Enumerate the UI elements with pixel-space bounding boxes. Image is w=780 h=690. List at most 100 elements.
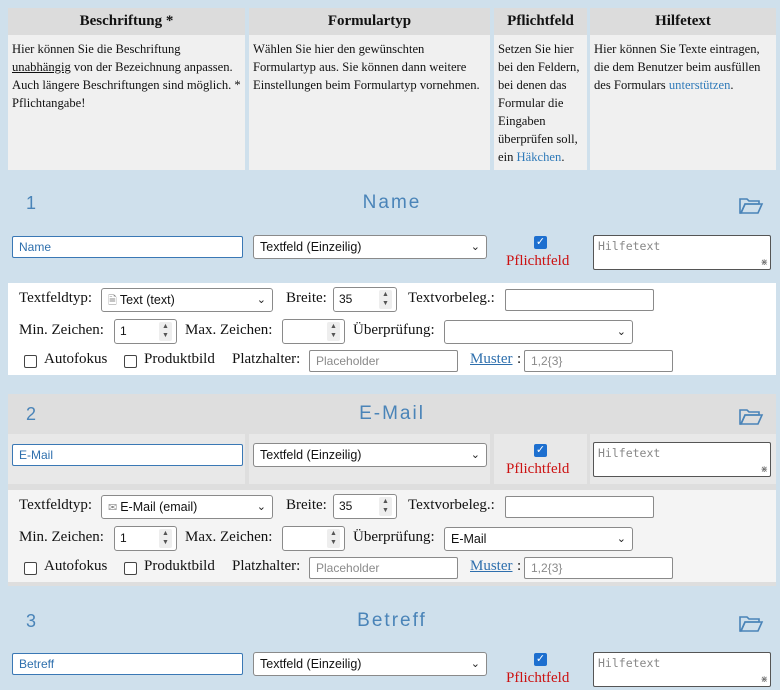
textvorbeleg-label: Textvorbeleg.: bbox=[408, 290, 495, 306]
pattern-input[interactable]: 1,2{3} bbox=[524, 350, 673, 372]
max-chars-stepper[interactable]: ▲ ▼ bbox=[282, 319, 345, 344]
placeholder-input[interactable]: Placeholder bbox=[309, 557, 458, 579]
field-section-email: 2 E-Mail E-Mail Textfeld (Einzeilig) ⌄ ✓ … bbox=[8, 394, 776, 586]
autofocus-label: Autofokus bbox=[44, 558, 108, 574]
field-type-select[interactable]: 🗎 Text (text) ⌄ bbox=[101, 288, 273, 312]
resize-grip-icon[interactable]: ⋇ bbox=[760, 675, 768, 685]
placeholder-label: Platzhalter: bbox=[232, 351, 301, 367]
header-text-formtype: Wählen Sie hier den gewünschten Formular… bbox=[253, 42, 480, 92]
label-input[interactable]: Betreff bbox=[12, 653, 243, 675]
header-col-formtype: Formulartyp Wählen Sie hier den gewünsch… bbox=[249, 8, 490, 170]
help-textarea[interactable]: Hilfetext ⋇ bbox=[593, 652, 771, 687]
required-label: Pflichtfeld bbox=[506, 253, 570, 269]
stepper-arrows-icon[interactable]: ▲ ▼ bbox=[159, 322, 172, 341]
link-unterstuetzen[interactable]: unterstützen bbox=[669, 78, 731, 92]
max-chars-label: Max. Zeichen: bbox=[185, 322, 273, 338]
header-title-required: Pflichtfeld bbox=[494, 8, 587, 35]
min-chars-label: Min. Zeichen: bbox=[19, 322, 104, 338]
default-text-input[interactable] bbox=[505, 496, 654, 518]
textfeldtyp-label: Textfeldtyp: bbox=[19, 497, 93, 513]
required-checkbox[interactable]: ✓ bbox=[534, 653, 547, 666]
chevron-down-icon: ⌄ bbox=[470, 241, 480, 253]
product-image-label: Produktbild bbox=[144, 351, 215, 367]
width-stepper[interactable]: 35 ▲ ▼ bbox=[333, 494, 397, 519]
help-header-row: Beschriftung * Hier können Sie die Besch… bbox=[8, 8, 776, 170]
stepper-arrows-icon[interactable]: ▲ ▼ bbox=[327, 529, 340, 548]
stepper-arrows-icon[interactable]: ▲ ▼ bbox=[159, 529, 172, 548]
autofocus-checkbox[interactable] bbox=[24, 355, 37, 368]
resize-grip-icon[interactable]: ⋇ bbox=[760, 465, 768, 475]
field-section-name: 1 Name Name Textfeld (Einzeilig) ⌄ ✓ Pfli… bbox=[8, 183, 776, 378]
chevron-down-icon: ⌄ bbox=[470, 449, 480, 461]
min-chars-stepper[interactable]: 1 ▲ ▼ bbox=[114, 526, 177, 551]
label-input[interactable]: E-Mail bbox=[12, 444, 243, 466]
width-stepper[interactable]: 35 ▲ ▼ bbox=[333, 287, 397, 312]
required-checkbox[interactable]: ✓ bbox=[534, 444, 547, 457]
field-section-subject: 3 Betreff Betreff Textfeld (Einzeilig) ⌄ … bbox=[8, 601, 776, 690]
formtype-select[interactable]: Textfeld (Einzeilig) ⌄ bbox=[253, 652, 487, 676]
header-text-required: Setzen Sie hier bei den Feldern, bei den… bbox=[498, 42, 580, 164]
header-col-label: Beschriftung * Hier können Sie die Besch… bbox=[8, 8, 245, 170]
chevron-down-icon: ⌄ bbox=[616, 326, 626, 338]
pattern-colon: : bbox=[517, 558, 522, 574]
pattern-colon: : bbox=[517, 351, 522, 367]
autofocus-label: Autofokus bbox=[44, 351, 108, 367]
max-chars-stepper[interactable]: ▲ ▼ bbox=[282, 526, 345, 551]
header-title-help: Hilfetext bbox=[590, 8, 776, 35]
default-text-input[interactable] bbox=[505, 289, 654, 311]
field-options-panel: Textfeldtyp: ✉ E-Mail (email) ⌄ Breite: 35… bbox=[8, 490, 776, 582]
formtype-select[interactable]: Textfeld (Einzeilig) ⌄ bbox=[253, 235, 487, 259]
field-type-select[interactable]: ✉ E-Mail (email) ⌄ bbox=[101, 495, 273, 519]
validation-label: Überprüfung: bbox=[353, 529, 435, 545]
help-textarea[interactable]: Hilfetext ⋇ bbox=[593, 442, 771, 477]
field-options-panel: Textfeldtyp: 🗎 Text (text) ⌄ Breite: 35 ▲ ▼ … bbox=[8, 283, 776, 375]
stepper-arrows-icon[interactable]: ▲ ▼ bbox=[379, 290, 392, 309]
section-title: E-Mail bbox=[359, 403, 425, 424]
stepper-arrows-icon[interactable]: ▲ ▼ bbox=[379, 497, 392, 516]
placeholder-label: Platzhalter: bbox=[232, 558, 301, 574]
autofocus-checkbox[interactable] bbox=[24, 562, 37, 575]
header-title-formtype: Formulartyp bbox=[249, 8, 490, 35]
help-textarea[interactable]: Hilfetext ⋇ bbox=[593, 235, 771, 270]
chevron-down-icon: ⌄ bbox=[256, 294, 266, 306]
label-input[interactable]: Name bbox=[12, 236, 243, 258]
validation-select[interactable]: ⌄ bbox=[444, 320, 633, 344]
section-header: 3 Betreff bbox=[8, 601, 776, 641]
textfeldtyp-label: Textfeldtyp: bbox=[19, 290, 93, 306]
resize-grip-icon[interactable]: ⋇ bbox=[760, 258, 768, 268]
header-title-label: Beschriftung * bbox=[8, 8, 245, 35]
section-title: Name bbox=[362, 192, 422, 213]
pattern-link[interactable]: Muster bbox=[470, 558, 513, 575]
min-chars-stepper[interactable]: 1 ▲ ▼ bbox=[114, 319, 177, 344]
section-title: Betreff bbox=[357, 610, 427, 631]
envelope-icon: ✉ bbox=[108, 502, 118, 514]
chevron-down-icon: ⌄ bbox=[470, 658, 480, 670]
link-haekchen[interactable]: Häkchen bbox=[517, 150, 562, 164]
header-text-label: Hier können Sie die Beschriftung unabhän… bbox=[12, 42, 241, 110]
folder-open-icon[interactable] bbox=[738, 613, 764, 633]
header-col-help: Hilfetext Hier können Sie Texte eintrage… bbox=[590, 8, 776, 170]
section-header: 2 E-Mail bbox=[8, 394, 776, 434]
placeholder-input[interactable]: Placeholder bbox=[309, 350, 458, 372]
validation-select[interactable]: E-Mail ⌄ bbox=[444, 527, 633, 551]
required-checkbox[interactable]: ✓ bbox=[534, 236, 547, 249]
folder-open-icon[interactable] bbox=[738, 406, 764, 426]
min-chars-label: Min. Zeichen: bbox=[19, 529, 104, 545]
formtype-select[interactable]: Textfeld (Einzeilig) ⌄ bbox=[253, 443, 487, 467]
document-icon: 🗎 bbox=[108, 295, 117, 307]
product-image-label: Produktbild bbox=[144, 558, 215, 574]
product-image-checkbox[interactable] bbox=[124, 562, 137, 575]
pattern-link[interactable]: Muster bbox=[470, 351, 513, 368]
header-col-required: Pflichtfeld Setzen Sie hier bei den Feld… bbox=[494, 8, 587, 170]
pattern-input[interactable]: 1,2{3} bbox=[524, 557, 673, 579]
breite-label: Breite: bbox=[286, 497, 327, 513]
folder-open-icon[interactable] bbox=[738, 195, 764, 215]
product-image-checkbox[interactable] bbox=[124, 355, 137, 368]
chevron-down-icon: ⌄ bbox=[616, 533, 626, 545]
chevron-down-icon: ⌄ bbox=[256, 501, 266, 513]
stepper-arrows-icon[interactable]: ▲ ▼ bbox=[327, 322, 340, 341]
breite-label: Breite: bbox=[286, 290, 327, 306]
required-label: Pflichtfeld bbox=[506, 461, 570, 477]
validation-label: Überprüfung: bbox=[353, 322, 435, 338]
max-chars-label: Max. Zeichen: bbox=[185, 529, 273, 545]
